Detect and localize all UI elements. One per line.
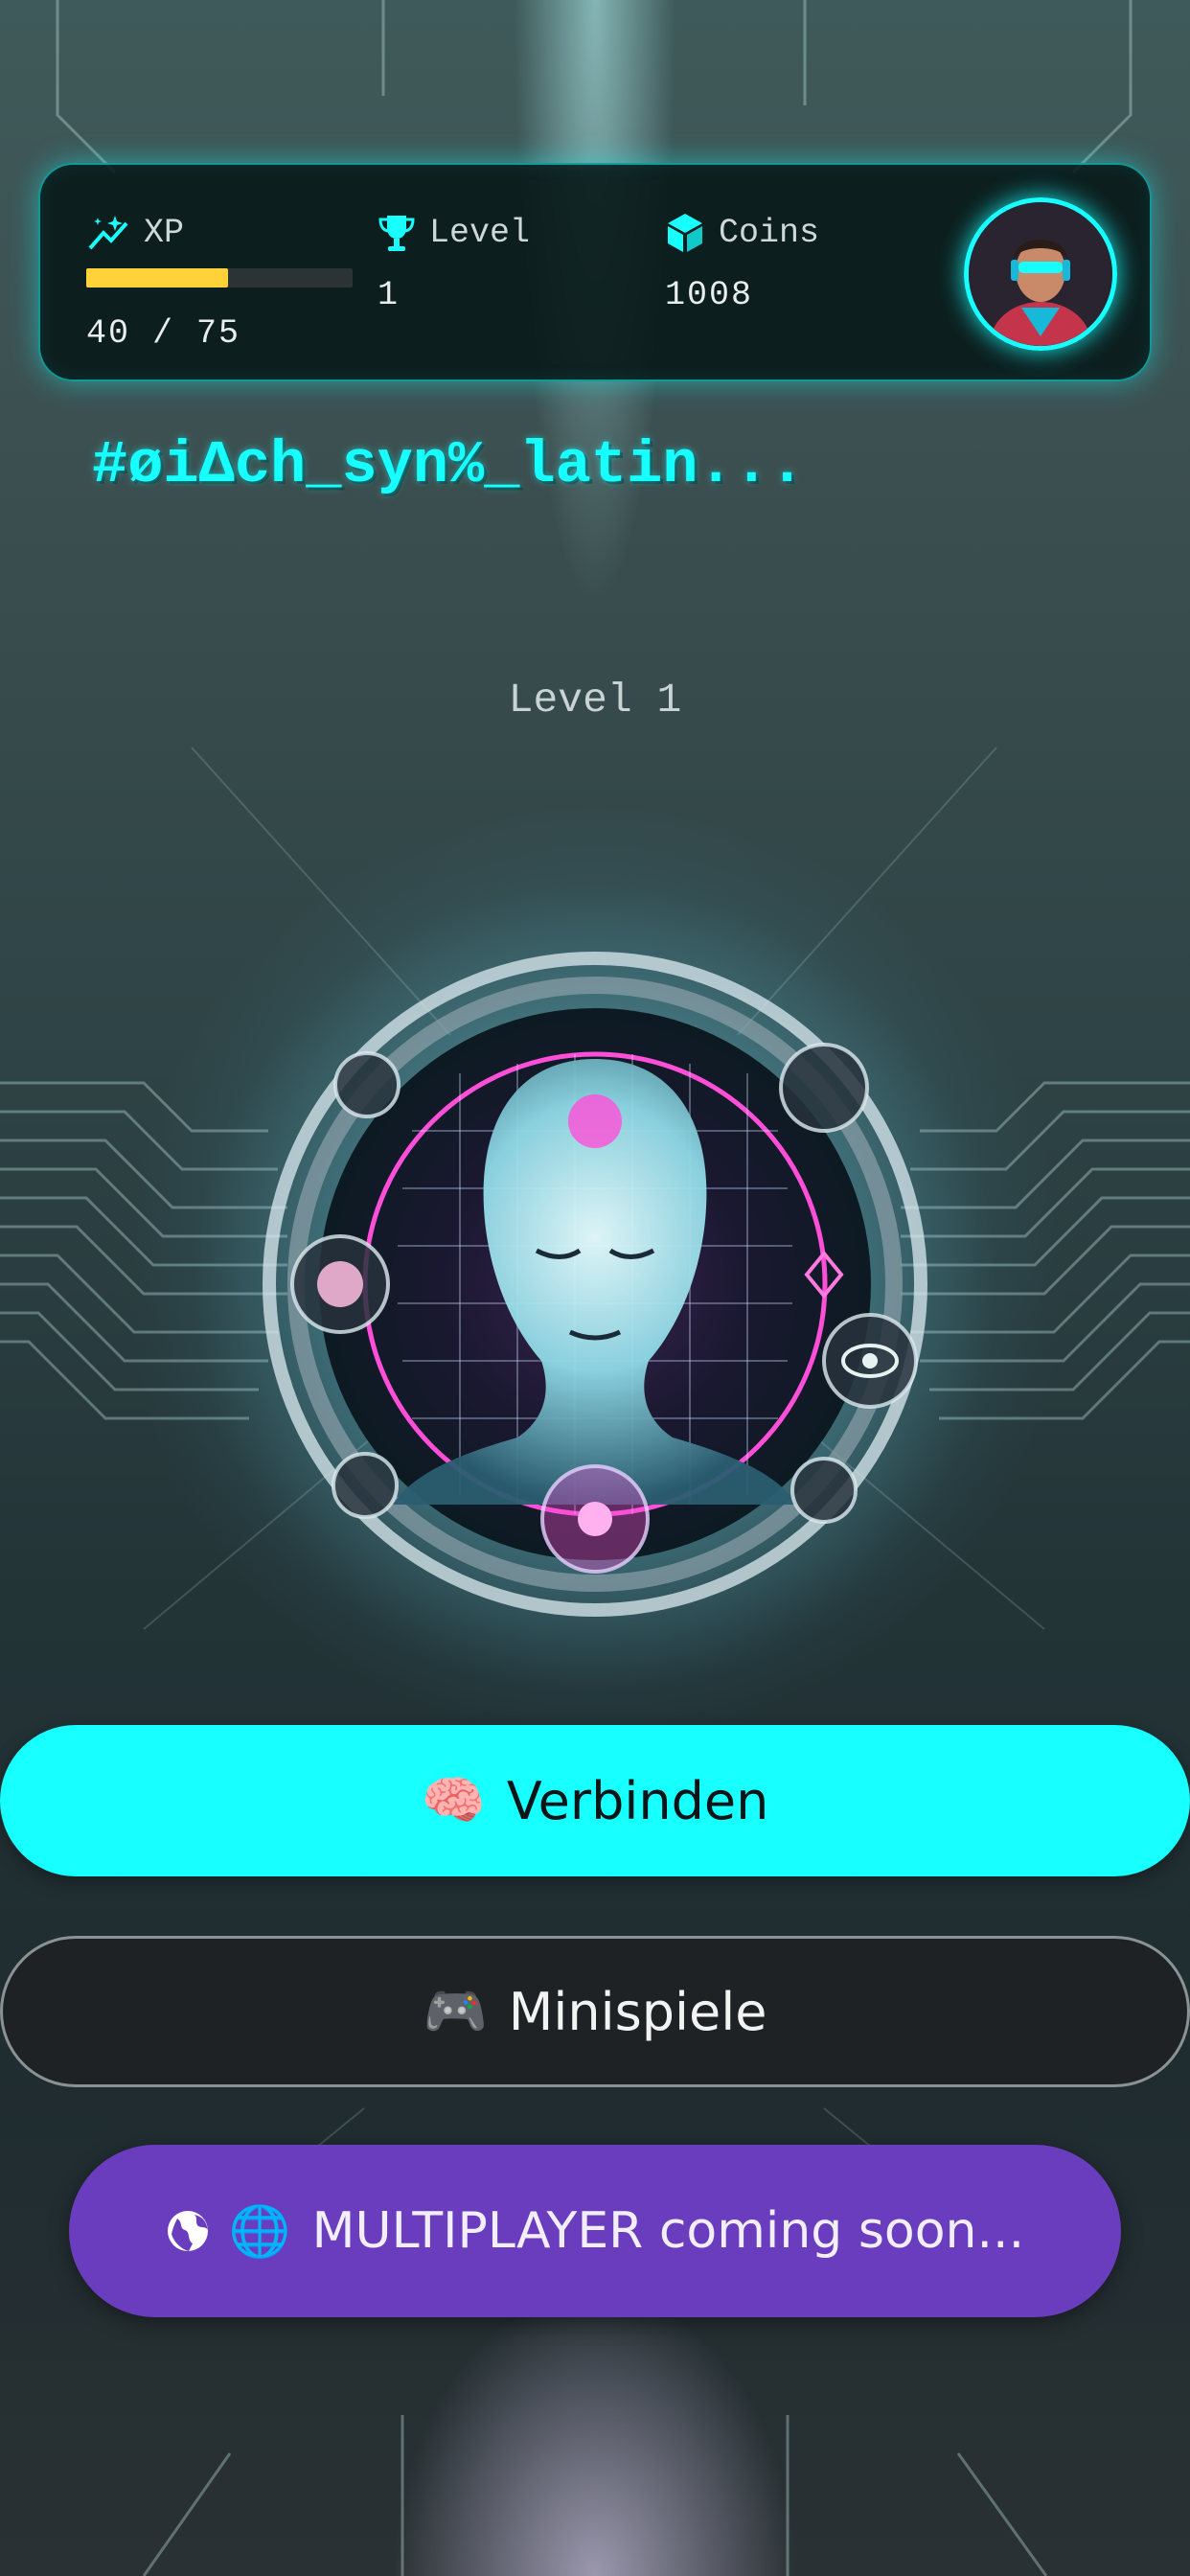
xp-value: 40 / 75 xyxy=(86,314,241,353)
coins-label: Coins xyxy=(719,214,820,252)
minigames-button[interactable]: 🎮 Minispiele xyxy=(0,1936,1190,2087)
gamepad-icon: 🎮 xyxy=(423,1981,488,2041)
sparkle-icon xyxy=(86,214,130,252)
xp-progress-fill xyxy=(86,268,229,288)
globe-emoji: 🌐 xyxy=(228,2202,291,2261)
cube-icon xyxy=(665,212,705,254)
level-title: Level 1 xyxy=(508,677,682,724)
connect-button-label: Verbinden xyxy=(506,1770,769,1831)
level-label: Level xyxy=(429,214,531,252)
connect-button[interactable]: 🧠 Verbinden xyxy=(0,1725,1190,1876)
player-name: #øiΔch_syn%_latin... xyxy=(92,431,806,499)
xp-progress-bar xyxy=(86,268,353,288)
minigames-button-label: Minispiele xyxy=(508,1981,767,2042)
level-stat: Level 1 xyxy=(378,209,530,314)
brain-icon: 🧠 xyxy=(421,1770,486,1830)
globe-icon xyxy=(166,2209,210,2253)
level-value: 1 xyxy=(378,276,400,314)
xp-stat: XP xyxy=(86,209,184,257)
multiplayer-button[interactable]: 🌐 MULTIPLAYER coming soon... xyxy=(69,2145,1121,2317)
multiplayer-button-label: MULTIPLAYER coming soon... xyxy=(311,2202,1025,2260)
trophy-icon xyxy=(378,212,416,254)
xp-label: XP xyxy=(144,214,185,252)
coins-stat: Coins 1008 xyxy=(665,209,819,314)
coins-value: 1008 xyxy=(665,276,754,314)
avatar[interactable] xyxy=(964,197,1117,351)
